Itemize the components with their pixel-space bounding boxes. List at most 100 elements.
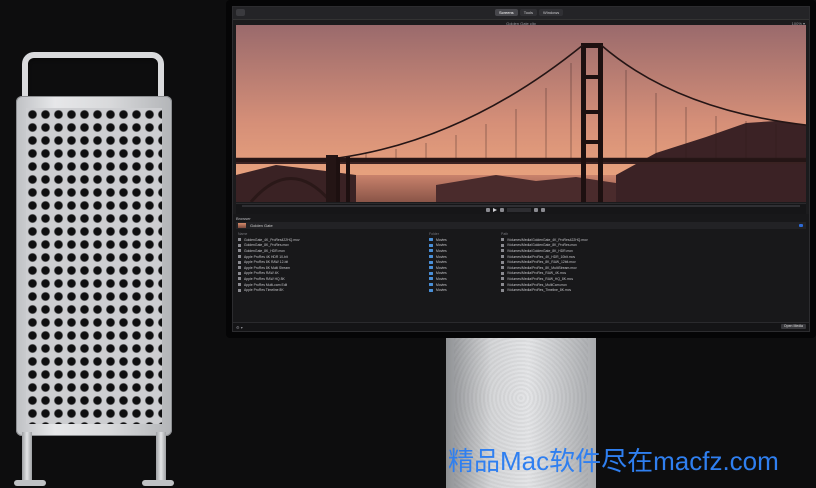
volume-icon[interactable] [541,208,545,212]
clip-thumbnail [238,223,246,228]
file-icon [501,243,504,247]
folder-icon [429,266,433,270]
list-item-label: GoldenGate_8K_HDR.mov [244,248,285,253]
list-item-label: Apple ProRes 8K RAW 12-bit [244,260,289,265]
file-icon [501,288,504,292]
file-icon [501,266,504,270]
tab-tools[interactable]: Tools [519,9,538,16]
tab-screens[interactable]: Screens [495,9,518,16]
folder-icon [429,255,433,259]
list-item-label: /Volumes/Media/ProRes_MultiCam.mov [507,282,567,287]
list-item-label: Movies [436,260,447,265]
list-item-label: /Volumes/Media/GoldenGate_8K_ProRes.mov [507,243,577,248]
settings-menu[interactable]: ⚙ ▾ [236,325,243,330]
browser-header: Browser [236,216,251,221]
list-item-label: /Volumes/Media/ProRes_Timeline_8K.mov [507,288,572,293]
file-icon [501,238,504,242]
file-icon [238,266,241,270]
play-icon[interactable] [493,208,497,212]
list-item-label: Apple ProRes Multi-cam Edit [244,282,288,287]
rewind-icon[interactable] [486,208,490,212]
list-item-label: Movies [436,237,447,242]
file-icon [501,271,504,275]
file-icon [238,243,241,247]
file-name-column: Name GoldenGate_4K_ProRes422HQ.mov Golden… [238,232,428,293]
folder-row[interactable]: Movies [429,287,499,293]
folder-icon [429,249,433,253]
file-icon [238,288,241,292]
list-item-label: /Volumes/Media/ProRes_RAW_4K.mov [507,271,567,276]
file-icon [238,271,241,275]
file-icon [501,277,504,281]
file-row[interactable]: Apple ProRes Timeline 8K [238,287,428,293]
list-item-label: Apple ProRes Timeline 8K [244,288,284,293]
tower-foot-left [22,432,32,486]
mac-pro-tower [10,52,178,488]
file-icon [501,249,504,253]
path-row[interactable]: /Volumes/Media/ProRes_Timeline_8K.mov [501,287,801,293]
open-media-button[interactable]: Open Media [780,324,806,329]
watermark-text: 精品Mac软件尽在macfz.com [448,446,779,476]
folder-icon [429,243,433,247]
list-item-label: Apple ProRes 4K HDR 10-bit [244,254,288,259]
file-icon [238,260,241,264]
forward-icon[interactable] [500,208,504,212]
media-browser: Browser Golden Gate Name GoldenGate_4K_P… [233,214,809,331]
toolbar-tabs: Screens Tools Windows [495,9,564,16]
tower-handle [22,52,164,98]
list-item-label: Apple ProRes RAW 4K [244,271,279,276]
list-item-label: /Volumes/Media/ProRes_8K_MultiStream.mov [507,265,577,270]
folder-icon [429,277,433,281]
file-icon [238,238,241,242]
tower-foot-bar-right [142,480,174,486]
tower-foot-right [156,432,166,486]
golden-gate-frame [236,25,806,202]
sidebar-toggle-icon[interactable] [236,9,245,16]
list-item-label: Movies [436,254,447,259]
folder-icon [429,238,433,242]
tab-windows[interactable]: Windows [539,9,564,16]
folder-icon [429,288,433,292]
tower-foot-bar-left [14,480,46,486]
list-item-label: /Volumes/Media/GoldenGate_8K_HDR.mov [507,248,573,253]
list-item-label: GoldenGate_4K_ProRes422HQ.mov [244,237,300,242]
list-item-label: Movies [436,288,447,293]
status-badge [799,224,803,227]
timecode-display [507,208,531,212]
file-icon [238,283,241,287]
app-window: Screens Tools Windows Golden Gate clip 100… [232,6,810,332]
list-item-label: GoldenGate_8K_ProRes.mov [244,243,289,248]
file-icon [501,255,504,259]
transport-bar [236,203,806,214]
list-item-label: Movies [436,265,447,270]
playback-controls [486,208,545,212]
browser-footer: ⚙ ▾ Open Media [233,322,809,331]
list-item-label: /Volumes/Media/GoldenGate_4K_ProRes422HQ… [507,237,588,242]
selected-clip-name: Golden Gate [250,223,273,228]
video-viewer [236,25,806,202]
lattice-grille [26,108,162,424]
path-column: Path /Volumes/Media/GoldenGate_4K_ProRes… [501,232,801,293]
file-icon [238,277,241,281]
loop-icon[interactable] [534,208,538,212]
list-item-label: Movies [436,282,447,287]
list-item-label: /Volumes/Media/ProRes_8K_RAW_12bit.mov [507,260,576,265]
browser-selected-bar[interactable]: Golden Gate [236,222,806,229]
list-item-label: Movies [436,248,447,253]
toolbar: Screens Tools Windows [233,7,809,20]
folder-icon [429,271,433,275]
folder-icon [429,283,433,287]
list-item-label: /Volumes/Media/ProRes_4K_HDR_10bit.mov [507,254,576,259]
list-item-label: Apple ProRes RAW HQ 8K [244,276,285,281]
file-icon [501,283,504,287]
list-item-label: /Volumes/Media/ProRes_RAW_HQ_8K.mov [507,276,574,281]
list-item-label: Movies [436,271,447,276]
file-icon [238,249,241,253]
folder-column: Folder Movies Movies Movies Movies Movies Mov… [429,232,499,293]
file-icon [501,260,504,264]
list-item-label: Movies [436,276,447,281]
folder-icon [429,260,433,264]
tower-body [16,96,172,436]
list-item-label: Movies [436,243,447,248]
scrubber[interactable] [242,205,800,207]
